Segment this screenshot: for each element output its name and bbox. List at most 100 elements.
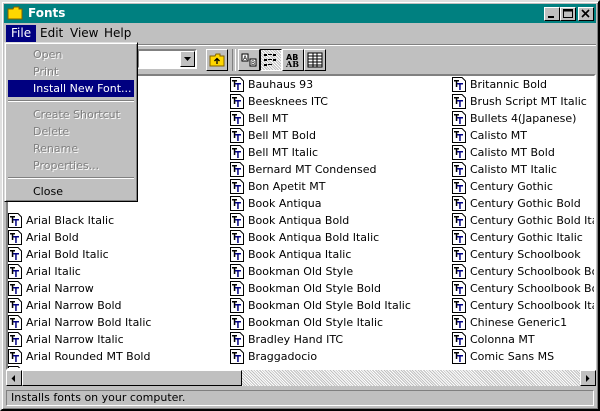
list-icon <box>264 54 276 66</box>
truetype-font-icon <box>8 332 22 347</box>
folder-icon <box>7 6 23 20</box>
font-item-label: Arial Bold <box>26 231 79 244</box>
scroll-right-button[interactable] <box>580 370 596 386</box>
file-menu-dropdown: Open Print Install New Font... Create Short… <box>4 42 138 202</box>
font-item-label: Bookman Old Style Bold Italic <box>248 299 411 312</box>
truetype-font-icon <box>452 332 466 347</box>
truetype-font-icon <box>452 264 466 279</box>
file-menu-item-rename[interactable]: Rename <box>8 140 134 157</box>
truetype-font-icon <box>230 281 244 296</box>
font-item-label: Calisto MT Bold <box>470 146 555 159</box>
svg-text:B: B <box>251 60 255 67</box>
menu-bar: File Edit View Help <box>4 24 596 43</box>
menu-edit[interactable]: Edit <box>35 25 68 42</box>
folder-combo[interactable] <box>137 49 197 69</box>
truetype-font-icon <box>8 315 22 330</box>
title-bar[interactable]: Fonts <box>4 4 596 23</box>
font-item-label: Book Antiqua Bold Italic <box>248 231 380 244</box>
minimize-icon <box>548 16 554 18</box>
file-menu-item-install-new-font[interactable]: Install New Font... <box>8 80 134 97</box>
font-item-label: Chinese Generic1 <box>470 316 568 329</box>
truetype-font-icon <box>452 196 466 211</box>
file-menu-item-create-shortcut[interactable]: Create Shortcut <box>8 106 134 123</box>
file-menu-item-print[interactable]: Print <box>8 63 134 80</box>
truetype-font-icon <box>230 111 244 126</box>
list-view-button[interactable] <box>260 49 282 71</box>
font-item-label: Colonna MT <box>470 333 535 346</box>
truetype-font-icon <box>8 281 22 296</box>
truetype-font-icon <box>452 94 466 109</box>
status-text: Installs fonts on your computer. <box>6 390 594 406</box>
font-item-label: Arial Italic <box>26 265 81 278</box>
truetype-font-icon <box>8 264 22 279</box>
menu-view[interactable]: View <box>65 25 103 42</box>
font-item-label: Bell MT <box>248 112 289 125</box>
file-menu-item-delete[interactable]: Delete <box>8 123 134 140</box>
font-item-label: Bauhaus 93 <box>248 78 314 91</box>
font-item-label: Book Antiqua <box>248 197 322 210</box>
minimize-button[interactable] <box>544 7 560 21</box>
font-item-label: Arial Bold Italic <box>26 248 109 261</box>
font-item-label: Arial Narrow Italic <box>26 333 124 346</box>
status-bar: Installs fonts on your computer. <box>4 389 596 407</box>
details-view-button[interactable] <box>304 49 326 71</box>
similarity-button[interactable]: AB AB <box>282 49 304 71</box>
truetype-font-icon <box>452 145 466 160</box>
font-item-label: Braggadocio <box>248 350 318 363</box>
truetype-font-icon <box>230 349 244 364</box>
truetype-font-icon <box>452 179 466 194</box>
large-icons-button[interactable]: A B <box>238 49 260 71</box>
truetype-font-icon <box>452 111 466 126</box>
font-item-label: Century Schoolbook Bo <box>470 265 596 278</box>
scroll-left-button[interactable] <box>6 370 22 386</box>
font-item-label: Beesknees ITC <box>248 95 328 108</box>
scroll-thumb[interactable] <box>22 370 242 386</box>
menu-help[interactable]: Help <box>99 25 136 42</box>
truetype-font-icon <box>452 213 466 228</box>
font-item-label: Bernard MT Condensed <box>248 163 377 176</box>
maximize-button[interactable] <box>560 7 576 21</box>
large-icons-icon: A B <box>241 53 257 67</box>
font-item-label: Century Schoolbook <box>470 248 581 261</box>
toolbar-separator <box>232 49 236 71</box>
truetype-font-icon <box>8 230 22 245</box>
file-menu-item-close[interactable]: Close <box>8 183 134 200</box>
menu-separator <box>8 177 134 179</box>
truetype-font-icon <box>230 162 244 177</box>
horizontal-scrollbar[interactable] <box>6 370 596 386</box>
up-one-level-button[interactable] <box>206 49 228 71</box>
close-button[interactable] <box>578 7 594 21</box>
font-item-label: Brush Script MT Italic <box>470 95 587 108</box>
file-menu-item-open[interactable]: Open <box>8 46 134 63</box>
font-item-label: Century Gothic Italic <box>470 231 583 244</box>
font-item-label: Bell MT Bold <box>248 129 316 142</box>
truetype-font-icon <box>230 213 244 228</box>
font-item-label: Britannic Bold <box>470 78 548 91</box>
menu-file[interactable]: File <box>6 25 37 42</box>
truetype-font-icon <box>452 162 466 177</box>
font-item-label: Bookman Old Style Bold <box>248 282 381 295</box>
font-item-label: Century Schoolbook Bo <box>470 282 596 295</box>
fonts-window: Fonts File Edit View Help A B AB AB Aria… <box>0 0 600 411</box>
font-item-label: Bullets 4(Japanese) <box>470 112 577 125</box>
font-item-label: Arial Narrow <box>26 282 94 295</box>
font-item-label: Bookman Old Style <box>248 265 354 278</box>
font-item-label: Bon Apetit MT <box>248 180 326 193</box>
truetype-font-icon <box>230 94 244 109</box>
truetype-font-icon <box>452 349 466 364</box>
font-item-label: Arial Rounded MT Bold <box>26 350 151 363</box>
truetype-font-icon <box>230 128 244 143</box>
up-folder-icon <box>209 53 225 67</box>
font-item-label: Comic Sans MS <box>470 350 555 363</box>
arrow-right-icon <box>586 375 590 382</box>
truetype-font-icon <box>8 213 22 228</box>
maximize-icon <box>563 9 573 18</box>
file-menu-item-properties[interactable]: Properties... <box>8 157 134 174</box>
truetype-font-icon <box>452 315 466 330</box>
font-item-label: Century Gothic <box>470 180 553 193</box>
font-item-label: Arial Narrow Bold <box>26 299 122 312</box>
similarity-icon: AB AB <box>285 53 299 68</box>
combo-dropdown-button[interactable] <box>180 51 195 67</box>
truetype-font-icon <box>452 128 466 143</box>
truetype-font-icon <box>230 145 244 160</box>
